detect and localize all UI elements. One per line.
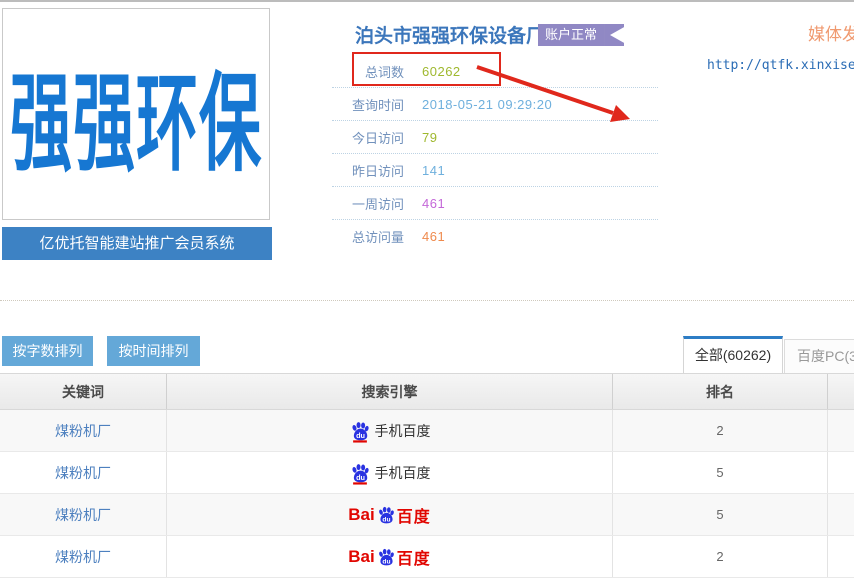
rank-value: 5	[716, 465, 723, 480]
member-system-page: 强强环保 亿优托智能建站推广会员系统 泊头市强强环保设备厂 账户正常 总词数 60…	[0, 0, 854, 579]
stat-row: 总词数 60262	[332, 55, 658, 88]
baidu-mobile-icon	[349, 419, 371, 443]
stat-label: 查询时间	[352, 95, 404, 114]
site-url-link[interactable]: http://qtfk.xinxisea.	[707, 58, 854, 73]
engine-name: 百度	[397, 503, 431, 527]
rank-cell: 2	[613, 536, 828, 577]
rank-cell: 5	[613, 452, 828, 493]
search-engine-cell: Bai 百度	[167, 536, 613, 577]
keyword-link[interactable]: 煤粉机厂	[55, 421, 111, 441]
stat-label: 昨日访问	[352, 161, 404, 180]
keyword-link[interactable]: 煤粉机厂	[55, 505, 111, 525]
stat-row: 一周访问 461	[332, 187, 658, 220]
table-header-row: 关键词 搜索引擎 排名	[0, 373, 854, 410]
company-logo: 强强环保	[2, 8, 270, 220]
account-status-label: 账户正常	[538, 24, 604, 46]
stat-value: 60262	[422, 64, 461, 79]
keyword-cell: 煤粉机厂	[0, 410, 167, 451]
table-row: 煤粉机厂 Bai 百度 5	[0, 494, 854, 536]
stat-value: 461	[422, 196, 445, 211]
stats-list: 总词数 60262 查询时间 2018-05-21 09:29:20 今日访问 79 昨日访…	[332, 55, 658, 253]
table-body: 煤粉机厂手机百度2煤粉机厂手机百度5煤粉机厂Bai百度5煤粉机厂Bai百度2	[0, 410, 854, 578]
rank-value: 5	[716, 507, 723, 522]
stat-value: 461	[422, 229, 445, 244]
stat-label: 总访问量	[352, 227, 404, 246]
clipped-cell	[828, 536, 854, 577]
keyword-table: 关键词 搜索引擎 排名 煤粉机厂手机百度2煤粉机厂手机百度5煤粉机厂Bai百度5…	[0, 373, 854, 578]
baidu-mobile-icon	[349, 461, 371, 485]
stat-row: 昨日访问 141	[332, 154, 658, 187]
section-divider	[0, 300, 854, 301]
clipped-cell	[828, 494, 854, 535]
tab-baidu-pc[interactable]: 百度PC(30	[784, 339, 854, 373]
engine-name: 手机百度	[375, 421, 431, 441]
stat-label: 总词数	[352, 62, 404, 81]
company-logo-text: 强强环保	[10, 37, 262, 192]
badge-ribbon-tail-icon	[604, 24, 624, 46]
header-rank: 排名	[613, 374, 828, 409]
sort-by-time-button[interactable]: 按时间排列	[107, 336, 200, 366]
page-top-border	[0, 0, 854, 2]
search-engine-cell: 手机百度	[167, 452, 613, 493]
rank-cell: 5	[613, 494, 828, 535]
engine-name: 手机百度	[375, 463, 431, 483]
stat-value: 2018-05-21 09:29:20	[422, 97, 552, 112]
search-engine-cell: 手机百度	[167, 410, 613, 451]
table-row: 煤粉机厂 Bai 百度 2	[0, 536, 854, 578]
stat-row: 今日访问 79	[332, 121, 658, 154]
keyword-link[interactable]: 煤粉机厂	[55, 547, 111, 567]
header-clipped-column	[828, 374, 854, 409]
tab-all[interactable]: 全部(60262)	[683, 336, 783, 373]
baidu-logo-latin: Bai	[348, 547, 374, 567]
stat-value: 79	[422, 130, 437, 145]
header-search-engine: 搜索引擎	[167, 374, 613, 409]
keyword-cell: 煤粉机厂	[0, 452, 167, 493]
baidu-pc-icon	[376, 547, 396, 567]
rank-value: 2	[716, 423, 723, 438]
rank-value: 2	[716, 549, 723, 564]
company-title: 泊头市强强环保设备厂	[355, 21, 545, 48]
search-engine-cell: Bai 百度	[167, 494, 613, 535]
sort-by-words-button[interactable]: 按字数排列	[2, 336, 93, 366]
baidu-logo-latin: Bai	[348, 505, 374, 525]
table-row: 煤粉机厂 手机百度 2	[0, 410, 854, 452]
stat-row: 总访问量 461	[332, 220, 658, 253]
stat-label: 一周访问	[352, 194, 404, 213]
keyword-cell: 煤粉机厂	[0, 494, 167, 535]
clipped-cell	[828, 452, 854, 493]
media-section-title: 媒体发	[808, 20, 854, 45]
engine-name: 百度	[397, 545, 431, 569]
header-keyword: 关键词	[0, 374, 167, 409]
keyword-cell: 煤粉机厂	[0, 536, 167, 577]
system-banner: 亿优托智能建站推广会员系统	[2, 227, 272, 260]
account-status-badge: 账户正常	[538, 24, 624, 46]
stat-row: 查询时间 2018-05-21 09:29:20	[332, 88, 658, 121]
stat-value: 141	[422, 163, 445, 178]
stat-label: 今日访问	[352, 128, 404, 147]
baidu-pc-icon	[376, 505, 396, 525]
keyword-link[interactable]: 煤粉机厂	[55, 463, 111, 483]
clipped-cell	[828, 410, 854, 451]
rank-cell: 2	[613, 410, 828, 451]
table-row: 煤粉机厂 手机百度 5	[0, 452, 854, 494]
